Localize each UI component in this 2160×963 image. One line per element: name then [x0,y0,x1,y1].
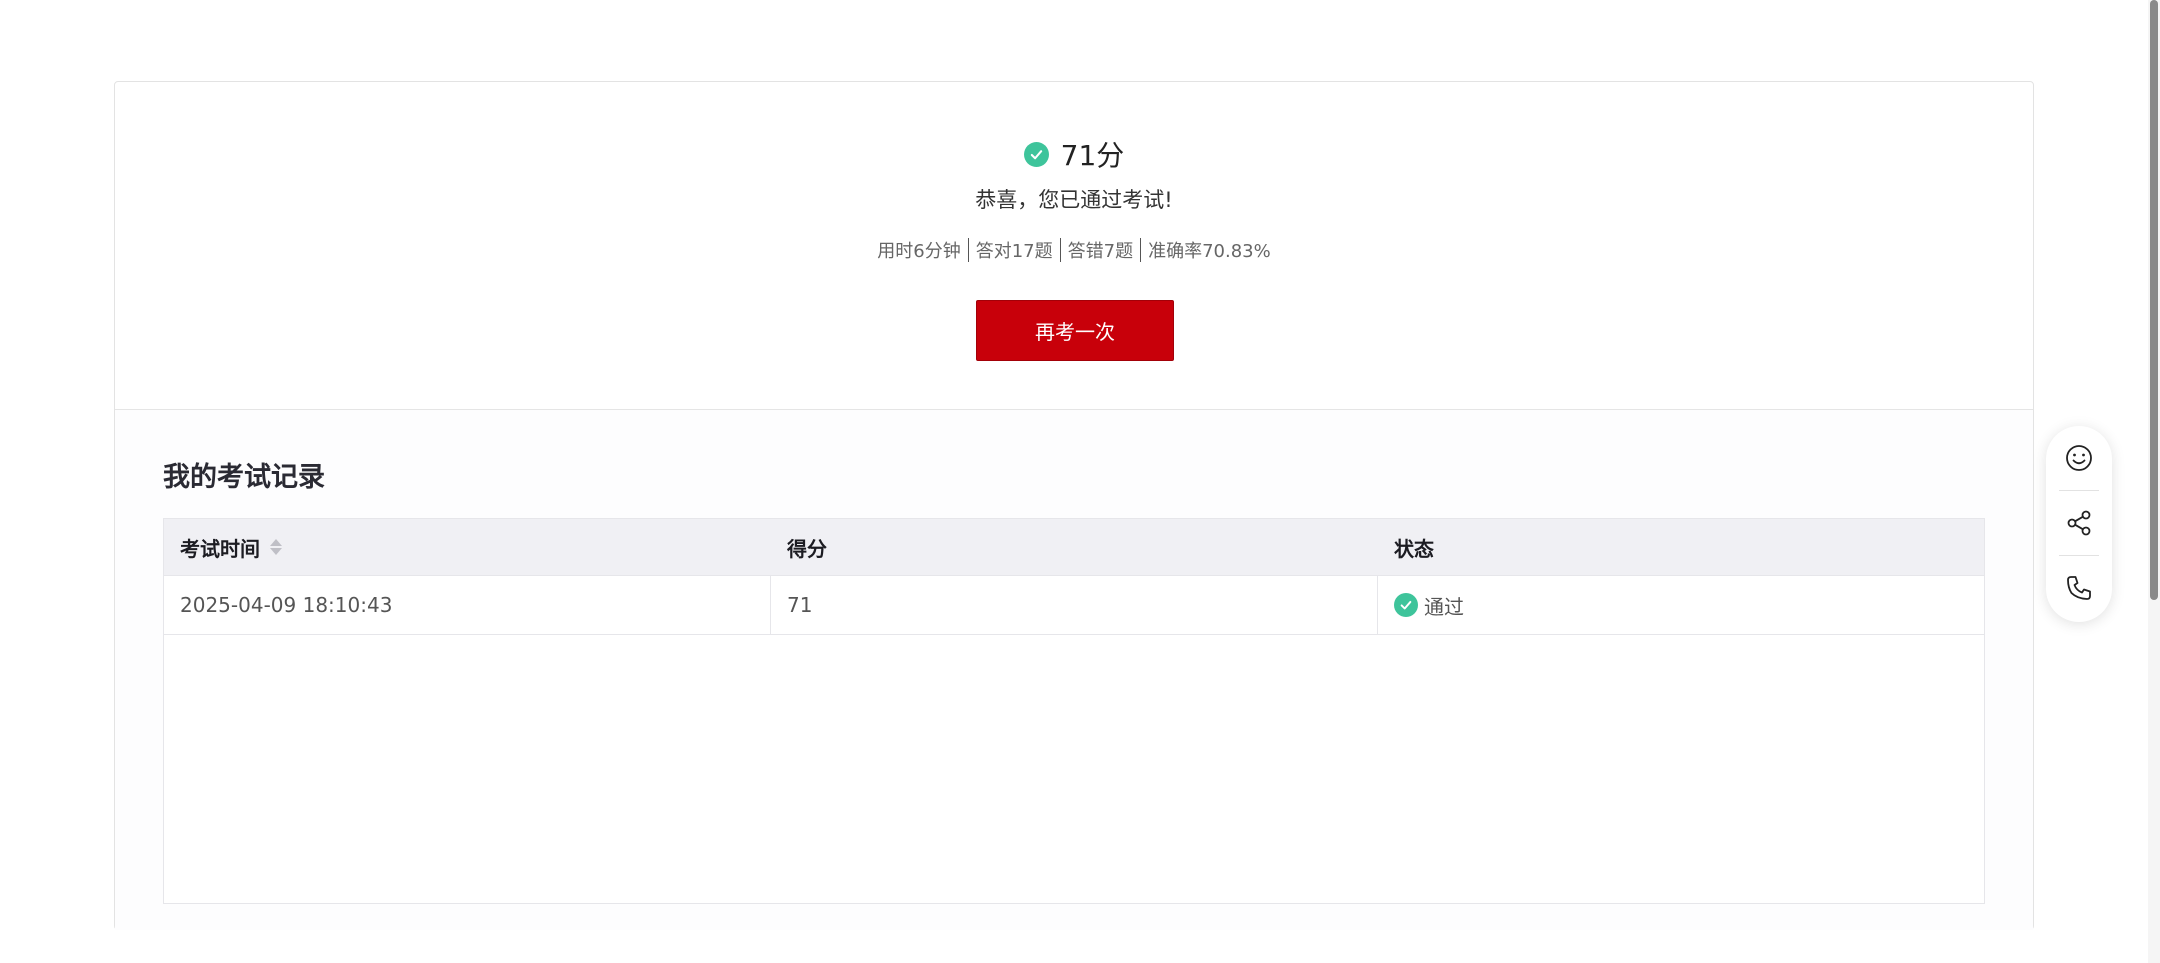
exam-result-card: 71分 恭喜，您已通过考试! 用时6分钟 答对17题 答错7题 准确率70.83… [114,81,2034,930]
cell-time: 2025-04-09 18:10:43 [164,576,771,634]
exam-stats: 用时6分钟 答对17题 答错7题 准确率70.83% [115,237,2033,263]
stat-divider [967,238,969,262]
exam-records-section: 我的考试记录 考试时间 得分 状态 2025-04-09 18:10:43 71 [115,410,2033,930]
status-label: 通过 [1424,594,1464,619]
column-header-label: 考试时间 [180,536,260,561]
check-circle-icon [1023,141,1049,167]
table-header: 考试时间 得分 状态 [164,519,1984,576]
stat-divider [1059,238,1061,262]
contact-button[interactable] [2046,556,2112,620]
table-row: 2025-04-09 18:10:43 71 通过 [164,576,1984,635]
floating-toolbar [2046,426,2112,622]
stat-time: 用时6分钟 [877,241,961,262]
share-button[interactable] [2046,491,2112,555]
scrollbar-thumb[interactable] [2150,0,2158,600]
column-header-score: 得分 [787,536,827,561]
stat-wrong: 答错7题 [1067,241,1134,262]
congrats-message: 恭喜，您已通过考试! [975,188,1173,212]
stat-accuracy: 准确率70.83% [1148,241,1271,262]
page-scrollbar[interactable] [2148,0,2160,963]
smile-icon [2066,445,2092,471]
cell-status: 通过 [1378,576,1984,634]
column-header-status: 状态 [1394,536,1434,561]
score-value: 71分 [1060,139,1125,172]
score-line: 71分 [115,134,2033,174]
cell-score: 71 [771,576,1378,634]
records-title: 我的考试记录 [163,462,325,493]
stat-divider [1140,238,1142,262]
records-table: 考试时间 得分 状态 2025-04-09 18:10:43 71 通过 [163,518,1985,904]
check-circle-icon [1394,593,1418,617]
share-icon [2067,510,2091,536]
feedback-button[interactable] [2046,426,2112,490]
phone-icon [2067,576,2091,600]
result-section: 71分 恭喜，您已通过考试! 用时6分钟 答对17题 答错7题 准确率70.83… [115,82,2033,410]
column-header-time[interactable]: 考试时间 [164,519,771,575]
stat-correct: 答对17题 [975,241,1053,262]
retry-exam-button[interactable]: 再考一次 [976,300,1174,361]
sort-icon[interactable] [270,539,282,555]
